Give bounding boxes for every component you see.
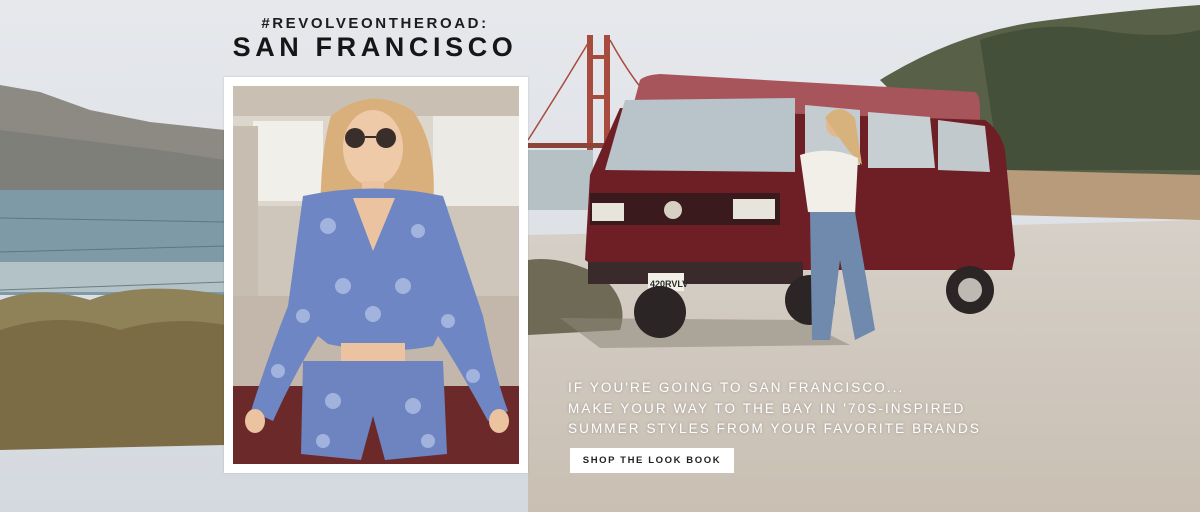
van-illustration: 420RVLV [585, 74, 1015, 338]
campaign-hashtag: #REVOLVEONTHEROAD: [261, 15, 489, 32]
tagline-line-2: MAKE YOUR WAY TO THE BAY IN '70S-INSPIRE… [568, 400, 966, 416]
tagline-line-1: IF YOU'RE GOING TO SAN FRANCISCO... [568, 380, 905, 395]
tagline-line-3: SUMMER STYLES FROM YOUR FAVORITE BRANDS [568, 421, 981, 436]
shop-the-look-book-button[interactable]: SHOP THE LOOK BOOK [570, 448, 734, 473]
campaign-tagline: IF YOU'RE GOING TO SAN FRANCISCO... MAKE… [568, 378, 981, 440]
campaign-city-title: SAN FRANCISCO [232, 32, 518, 62]
model-photo-image [233, 86, 519, 464]
hero-banner: 420RVLV #REVOLVEONTHEROAD: SAN FRANCISCO [0, 0, 1200, 512]
featured-photo-card[interactable] [224, 77, 528, 473]
